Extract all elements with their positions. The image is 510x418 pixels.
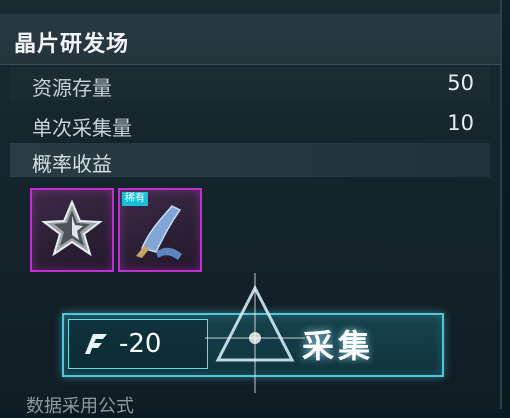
stat-row-stock: 资源存量 50	[10, 67, 490, 101]
collect-label: 采集	[302, 327, 375, 365]
footer-text: 数据采用公式	[26, 396, 134, 417]
stat-value: 50	[447, 71, 474, 95]
resource-panel: 晶片研发场 资源存量 50 单次采集量 10 概率收益 稀有 -20 采集 数据…	[0, 0, 502, 417]
energy-icon	[85, 334, 107, 354]
stat-row-per-collect: 单次采集量 10	[10, 107, 490, 141]
silver-star-icon	[41, 199, 103, 257]
panel-title: 晶片研发场	[14, 32, 130, 57]
section-label: 概率收益	[32, 152, 112, 176]
section-header: 概率收益	[10, 143, 490, 177]
cost-display: -20	[68, 319, 208, 369]
rarity-tag: 稀有	[122, 192, 148, 206]
reward-slot[interactable]: 稀有	[118, 188, 202, 272]
stat-label: 资源存量	[32, 76, 112, 100]
collect-button[interactable]: -20 采集	[62, 313, 444, 377]
cost-value: -20	[119, 329, 162, 359]
stat-label: 单次采集量	[32, 116, 132, 140]
reward-slot[interactable]	[30, 188, 114, 272]
title-bar: 晶片研发场	[0, 14, 500, 65]
stat-value: 10	[447, 111, 474, 135]
